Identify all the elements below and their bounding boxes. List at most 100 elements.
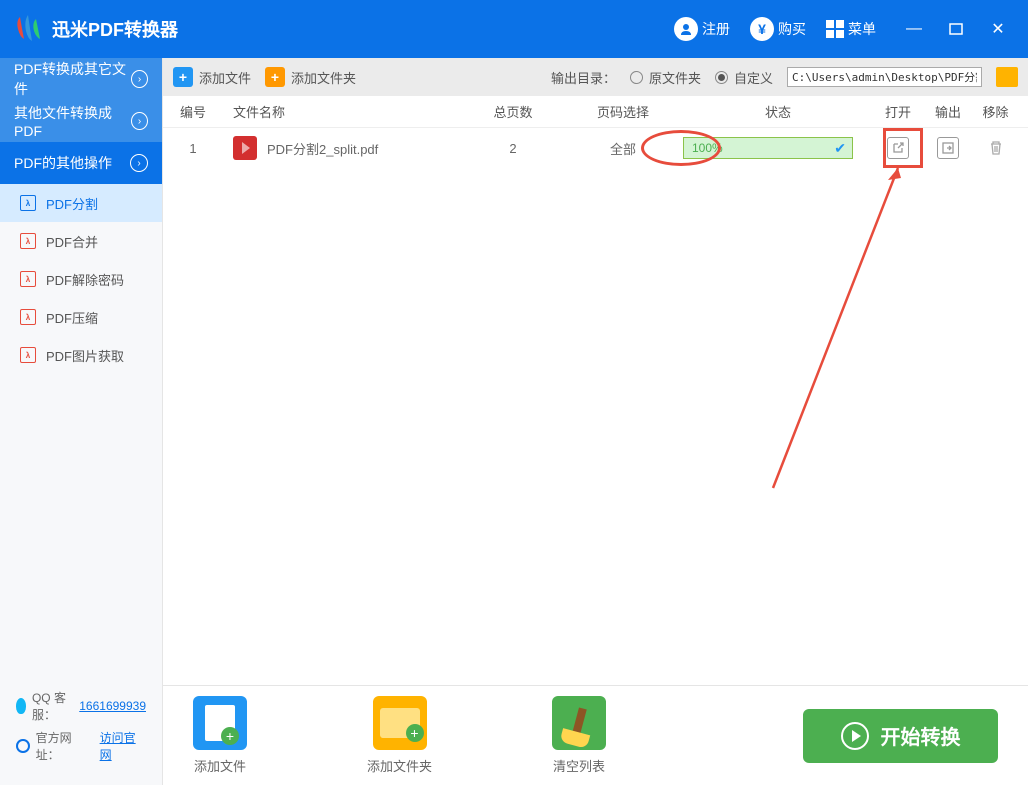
play-icon [841,722,869,750]
sidebar-item-label: PDF合并 [46,232,98,251]
radio-original-label: 原文件夹 [649,68,701,87]
bottom-add-folder-label: 添加文件夹 [367,756,432,775]
browse-folder-button[interactable] [996,67,1018,87]
clear-big-icon [552,696,606,750]
cell-name: PDF分割2_split.pdf [213,136,463,160]
content: + 添加文件 + 添加文件夹 输出目录： 原文件夹 自定义 编号 文件名称 [163,58,1028,785]
sidebar-cat-pdf-ops[interactable]: PDF的其他操作 › [0,142,162,184]
radio-custom-folder[interactable]: 自定义 [715,68,773,87]
bottom-add-file[interactable]: 添加文件 [193,696,247,775]
sidebar-cat-label: PDF转换成其它文件 [14,59,131,99]
yen-icon: ¥ [750,17,774,41]
window-controls: — ✕ [902,17,1020,41]
sidebar-item-label: PDF压缩 [46,308,98,327]
titlebar: 迅米PDF转换器 注册 ¥ 购买 菜单 — ✕ [0,0,1028,58]
sidebar-footer: QQ 客服： 1661699939 官方网址： 访问官网 [0,671,162,785]
file-name-text: PDF分割2_split.pdf [267,139,378,158]
progress-text: 100% [684,141,723,155]
radio-original-folder[interactable]: 原文件夹 [630,68,701,87]
th-output: 输出 [923,102,973,121]
start-convert-button[interactable]: 开始转换 [803,709,998,763]
radio-icon [630,71,643,84]
menu-button[interactable]: 菜单 [816,15,886,43]
sidebar-item-extract-images[interactable]: λ PDF图片获取 [0,336,162,374]
sidebar-item-unlock[interactable]: λ PDF解除密码 [0,260,162,298]
buy-button[interactable]: ¥ 购买 [740,13,816,45]
pdf-icon: λ [20,233,36,249]
th-remove: 移除 [973,102,1018,121]
add-folder-icon: + [265,67,285,87]
bottom-bar: 添加文件 添加文件夹 清空列表 开始转换 [163,685,1028,785]
user-icon [674,17,698,41]
site-link[interactable]: 访问官网 [100,729,146,763]
sidebar-item-merge[interactable]: λ PDF合并 [0,222,162,260]
close-button[interactable]: ✕ [986,17,1010,41]
add-folder-big-icon [373,696,427,750]
add-file-button[interactable]: + 添加文件 [173,67,251,87]
pdf-icon: λ [20,347,36,363]
add-file-label: 添加文件 [199,68,251,87]
sidebar-item-split[interactable]: λ PDF分割 [0,184,162,222]
start-label: 开始转换 [881,721,961,750]
sidebar-item-label: PDF图片获取 [46,346,124,365]
cell-open [873,137,923,159]
cell-remove [973,137,1018,159]
radio-custom-label: 自定义 [734,68,773,87]
radio-checked-icon [715,71,728,84]
progress-bar: 100% ✔ [683,137,853,159]
qq-link[interactable]: 1661699939 [79,699,146,713]
sidebar-cat-other-to-pdf[interactable]: 其他文件转换成PDF › [0,100,162,142]
bottom-add-folder[interactable]: 添加文件夹 [367,696,432,775]
qq-icon [16,698,26,714]
cell-num: 1 [173,141,213,156]
menu-grid-icon [826,20,844,38]
app-logo [8,9,48,49]
cell-page-select[interactable]: 全部 [563,139,683,158]
pdf-icon: λ [20,195,36,211]
sidebar-cat-label: 其他文件转换成PDF [14,103,131,139]
qq-label: QQ 客服： [32,689,73,723]
th-num: 编号 [173,102,213,121]
maximize-button[interactable] [944,17,968,41]
sidebar-cat-pdf-to-other[interactable]: PDF转换成其它文件 › [0,58,162,100]
register-label: 注册 [702,19,730,39]
sidebar-item-compress[interactable]: λ PDF压缩 [0,298,162,336]
table-body: 1 PDF分割2_split.pdf 2 全部 100% ✔ [163,128,1028,685]
output-dir-label: 输出目录： [551,68,616,87]
toolbar: + 添加文件 + 添加文件夹 输出目录： 原文件夹 自定义 [163,58,1028,96]
add-folder-label: 添加文件夹 [291,68,356,87]
bottom-clear-list[interactable]: 清空列表 [552,696,606,775]
output-path-input[interactable] [787,67,982,87]
pdf-icon: λ [20,271,36,287]
chevron-right-icon: › [131,112,148,130]
register-button[interactable]: 注册 [664,13,740,45]
browser-icon [16,739,30,753]
th-name: 文件名称 [213,102,463,121]
open-file-button[interactable] [887,137,909,159]
table-row: 1 PDF分割2_split.pdf 2 全部 100% ✔ [163,128,1028,168]
bottom-add-file-label: 添加文件 [194,756,246,775]
app-title: 迅米PDF转换器 [52,16,178,42]
cell-output [923,137,973,159]
sidebar-cat-label: PDF的其他操作 [14,153,112,173]
pdf-file-icon [233,136,257,160]
sidebar-item-label: PDF解除密码 [46,270,124,289]
bottom-clear-label: 清空列表 [553,756,605,775]
buy-label: 购买 [778,19,806,39]
cell-status: 100% ✔ [683,137,873,159]
th-pages: 总页数 [463,102,563,121]
table-header: 编号 文件名称 总页数 页码选择 状态 打开 输出 移除 [163,96,1028,128]
add-file-big-icon [193,696,247,750]
cell-pages: 2 [463,141,563,156]
remove-button[interactable] [985,137,1007,159]
sidebar: PDF转换成其它文件 › 其他文件转换成PDF › PDF的其他操作 › λ P… [0,58,163,785]
sidebar-item-label: PDF分割 [46,194,98,213]
add-folder-button[interactable]: + 添加文件夹 [265,67,356,87]
site-label: 官方网址： [36,729,94,763]
chevron-down-icon: › [130,154,148,172]
annotation-arrow [743,158,913,498]
output-folder-button[interactable] [937,137,959,159]
menu-label: 菜单 [848,19,876,39]
minimize-button[interactable]: — [902,17,926,41]
th-open: 打开 [873,102,923,121]
